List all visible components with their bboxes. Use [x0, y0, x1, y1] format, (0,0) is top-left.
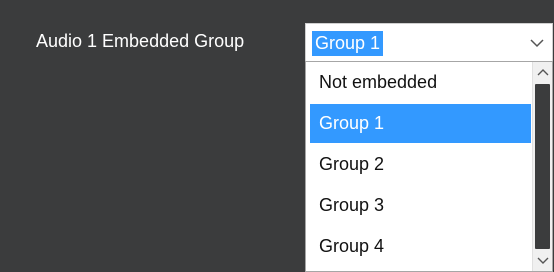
option-group-4[interactable]: Group 4 [310, 227, 531, 266]
option-group-1[interactable]: Group 1 [310, 104, 531, 143]
dropdown-list: Not embedded Group 1 Group 2 Group 3 Gro… [305, 61, 553, 272]
option-group-3[interactable]: Group 3 [310, 186, 531, 225]
option-group-2[interactable]: Group 2 [310, 145, 531, 184]
option-not-embedded[interactable]: Not embedded [310, 63, 531, 102]
scrollbar-thumb[interactable] [535, 84, 550, 249]
audio-embedded-group-label: Audio 1 Embedded Group [36, 31, 245, 51]
chevron-up-icon[interactable] [533, 62, 552, 82]
chevron-down-icon[interactable] [522, 24, 552, 62]
chevron-down-icon[interactable] [533, 251, 552, 271]
audio-embedded-group-select[interactable]: Group 1 [305, 23, 553, 63]
dropdown-scrollbar[interactable] [532, 62, 552, 271]
select-current-value: Group 1 [312, 31, 384, 56]
